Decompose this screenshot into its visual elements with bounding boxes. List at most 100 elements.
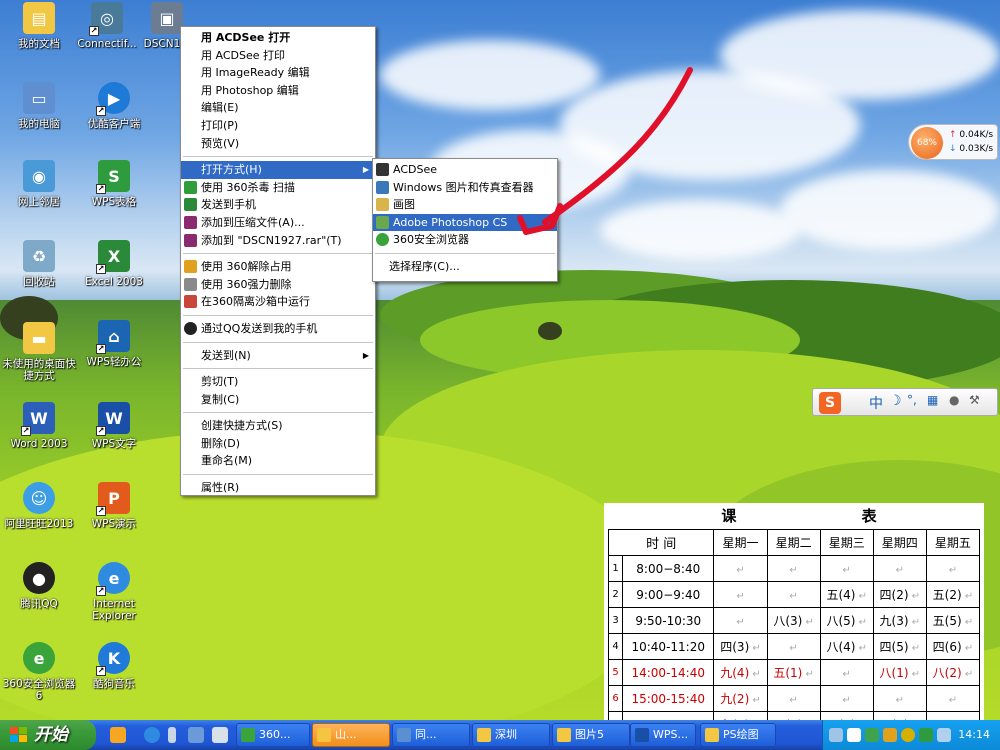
tray-shield-icon[interactable] (865, 728, 879, 742)
tray-360-icon[interactable] (883, 728, 897, 742)
class-cell-value: 四(2) (879, 588, 909, 602)
wrench-icon[interactable]: ⚒ (969, 393, 980, 407)
paragraph-mark-icon: ↵ (802, 617, 814, 628)
ime-mode-toggle[interactable]: 中 (869, 393, 883, 413)
paragraph-mark-icon: ↵ (749, 669, 761, 680)
paragraph-mark-icon: ↵ (855, 643, 867, 654)
class-cell-value: 四(6) (932, 640, 962, 654)
paragraph-mark-icon: ↵ (736, 590, 745, 602)
class-cell: 八(3) ↵ (766, 607, 821, 634)
paragraph-mark-icon: ↵ (789, 564, 798, 576)
quicklaunch-handle-icon[interactable] (168, 727, 176, 743)
taskbar-button-label: 360... (259, 728, 291, 741)
class-cell: ↵ (819, 555, 874, 582)
paragraph-mark-icon: ↵ (789, 642, 798, 654)
class-cell: ↵ (819, 685, 874, 712)
taskbar-button-label: 同... (415, 728, 437, 741)
class-cell: 九(2) ↵ (713, 685, 768, 712)
taskbar-button[interactable]: 深圳 (472, 723, 550, 747)
tray-r-icon[interactable] (919, 728, 933, 742)
class-cell: ↵ (766, 633, 821, 660)
taskbar-button[interactable]: 360... (236, 723, 310, 747)
sogou-ime-bar[interactable]: S 中 ☽ °, ▦ ● ⚒ (812, 388, 998, 416)
tray-ime-icon[interactable] (847, 728, 861, 742)
class-cell: 四(3) ↵ (713, 633, 768, 660)
class-cell-value: 五(5) (932, 614, 962, 628)
paragraph-mark-icon: ↵ (802, 669, 814, 680)
quicklaunch-app-icon[interactable] (110, 727, 126, 743)
class-cell-value: 八(4) (826, 640, 856, 654)
period-number: 3 (608, 607, 623, 634)
taskbar-button[interactable]: 同... (392, 723, 470, 747)
class-cell: 四(6) ↵ (925, 633, 981, 660)
taskbar-button[interactable]: WPS... (630, 723, 696, 747)
header-thursday: 星期四 (872, 529, 927, 556)
paragraph-mark-icon: ↵ (895, 694, 904, 706)
tray-network-icon[interactable] (829, 728, 843, 742)
paragraph-mark-icon: ↵ (908, 643, 921, 654)
user-icon[interactable]: ● (949, 393, 959, 407)
class-cell: ↵ (872, 555, 927, 582)
taskbar-clock[interactable]: 14:14 (958, 720, 990, 750)
wps-writer-icon (635, 728, 649, 742)
paragraph-mark-icon: ↵ (908, 617, 921, 628)
paragraph-mark-icon: ↵ (842, 564, 851, 576)
sogou-logo-icon: S (819, 392, 841, 414)
tray-volume-icon[interactable] (937, 728, 951, 742)
paragraph-mark-icon: ↵ (855, 591, 867, 602)
system-tray: 14:14 (822, 720, 1000, 750)
class-cell: 五(5) ↵ (925, 607, 981, 634)
paragraph-mark-icon: ↵ (948, 694, 958, 706)
paragraph-mark-icon: ↵ (961, 617, 974, 628)
timetable-title: 课 表 (721, 507, 937, 525)
paragraph-mark-icon: ↵ (842, 668, 851, 680)
class-cell: ↵ (766, 685, 821, 712)
start-label: 开始 (34, 725, 68, 745)
start-button[interactable]: 开始 (0, 720, 96, 750)
network-speed-widget[interactable]: 68% ↑ 0.04K/s ↓ 0.03K/s (908, 124, 998, 160)
taskbar-button[interactable]: PS绘图 (700, 723, 776, 747)
upload-speed: ↑ 0.04K/s (949, 130, 993, 140)
quicklaunch-ie-icon[interactable] (144, 727, 160, 743)
ime-punctuation-toggle[interactable]: °, (907, 393, 917, 407)
taskbar-button-label: 山... (335, 728, 357, 741)
class-cell-value: 五(2) (932, 588, 962, 602)
taskbar: 开始 360... 山... 同... 深圳 图片5 WPS... PS绘图 14:14 (0, 720, 1000, 750)
timetable-row: 5 14:00-14:40 九(4) ↵ 五(1) ↵ ↵ 八(1) ↵ 八(2) ↵ (608, 659, 981, 686)
class-cell: 四(5) ↵ (872, 633, 927, 660)
windows-logo-icon (10, 727, 28, 743)
period-number: 5 (608, 659, 623, 686)
quicklaunch-desktop-icon[interactable] (188, 727, 204, 743)
paragraph-mark-icon: ↵ (908, 591, 921, 602)
tray-add-icon[interactable] (901, 728, 915, 742)
header-monday: 星期一 (713, 529, 768, 556)
paragraph-mark-icon: ↵ (736, 564, 745, 576)
period-time: 14:00-14:40 (621, 659, 715, 686)
paragraph-mark-icon: ↵ (948, 564, 958, 576)
keyboard-icon[interactable]: ▦ (927, 393, 938, 407)
taskbar-button-label: WPS... (653, 728, 688, 741)
timetable-row: 6 15:00-15:40 九(2) ↵ ↵ ↵ ↵ ↵ (608, 685, 981, 712)
quicklaunch-media-icon[interactable] (212, 727, 228, 743)
period-number: 4 (608, 633, 623, 660)
folder-icon (557, 728, 571, 742)
paragraph-mark-icon: ↵ (961, 643, 974, 654)
paragraph-mark-icon: ↵ (961, 669, 974, 680)
period-time: 8:00−8:40 (621, 555, 715, 582)
ime-halfwidth-toggle[interactable]: ☽ (889, 393, 902, 409)
network-percent-ball: 68% (911, 127, 943, 159)
taskbar-button[interactable]: 山... (312, 723, 390, 747)
timetable-row: 4 10:40-11:20 四(3) ↵ ↵ 八(4) ↵ 四(5) ↵ 四(6) ↵ (608, 633, 981, 660)
paragraph-mark-icon: ↵ (855, 617, 867, 628)
class-cell: 九(3) ↵ (872, 607, 927, 634)
class-cell-value: 九(4) (720, 666, 750, 680)
period-number: 1 (608, 555, 623, 582)
download-speed-value: 0.03K/s (959, 144, 994, 154)
paragraph-mark-icon: ↵ (789, 590, 798, 602)
taskbar-button-label: 图片5 (575, 728, 604, 741)
class-cell-value: 四(3) (720, 640, 750, 654)
timetable-row: 1 8:00−8:40 ↵ ↵ ↵ ↵ ↵ (608, 555, 981, 582)
paragraph-mark-icon: ↵ (749, 695, 761, 706)
taskbar-button[interactable]: 图片5 (552, 723, 630, 747)
paragraph-mark-icon: ↵ (961, 591, 974, 602)
